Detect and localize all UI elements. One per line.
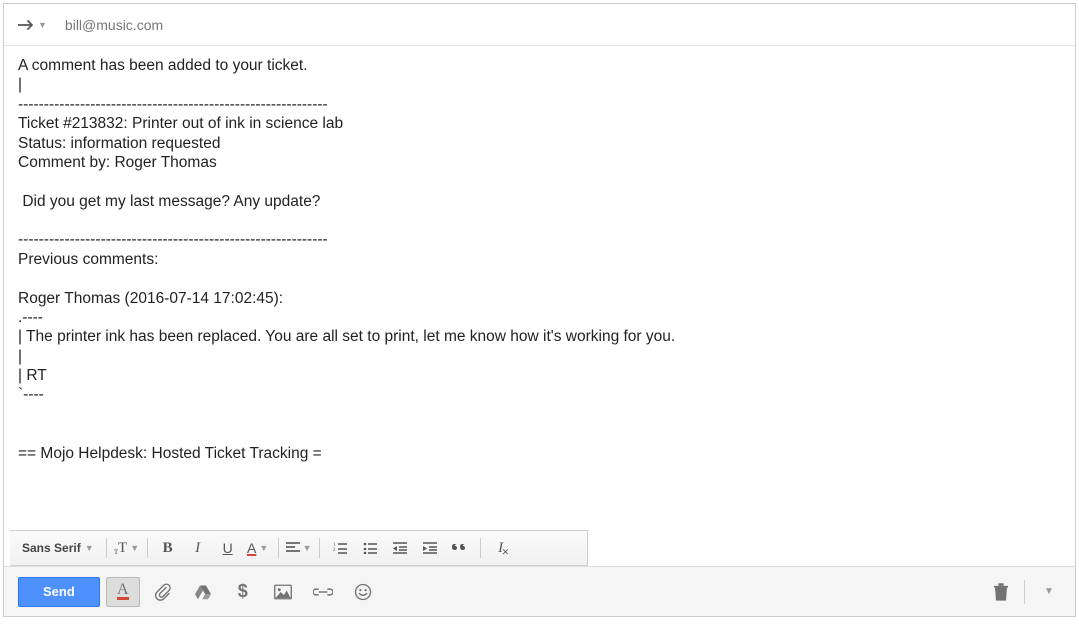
indent-less-icon — [393, 542, 407, 554]
body-quote-bottom: `---- — [18, 386, 44, 403]
underline-button[interactable]: U — [214, 535, 242, 561]
insert-emoji-button[interactable] — [346, 577, 380, 607]
italic-button[interactable]: I — [184, 535, 212, 561]
compose-window: ▼ bill@music.com A comment has been adde… — [3, 3, 1076, 617]
paperclip-icon — [154, 583, 172, 601]
reply-type-dropdown[interactable]: ▼ — [18, 19, 47, 31]
bulleted-list-button[interactable] — [356, 535, 384, 561]
numbered-list-icon: 1 2 — [333, 542, 347, 554]
toolbar-separator — [278, 538, 279, 558]
chevron-down-icon: ▼ — [38, 20, 47, 30]
remove-formatting-button[interactable]: I✕ — [487, 535, 515, 561]
body-prev-header: Roger Thomas (2016-07-14 17:02:45): — [18, 290, 283, 307]
chevron-down-icon: ▼ — [130, 543, 139, 553]
trash-icon — [994, 583, 1008, 601]
formatting-toolbar: Sans Serif ▼ тT ▼ B I U A ▼ ▼ 1 — [10, 530, 588, 566]
insert-link-button[interactable] — [306, 577, 340, 607]
insert-money-button[interactable]: $ — [226, 577, 260, 607]
body-separator: ----------------------------------------… — [18, 96, 328, 113]
body-quote-line: | — [18, 348, 22, 365]
align-left-icon — [286, 542, 300, 554]
quote-icon — [452, 542, 468, 554]
chevron-down-icon: ▼ — [259, 543, 268, 553]
body-commentby-line: Comment by: Roger Thomas — [18, 154, 217, 171]
compose-action-bar: Send A $ — [4, 566, 1075, 616]
reply-arrow-icon — [18, 19, 34, 31]
body-status-line: Status: information requested — [18, 135, 220, 152]
quote-button[interactable] — [446, 535, 474, 561]
indent-less-button[interactable] — [386, 535, 414, 561]
link-icon — [313, 586, 333, 598]
drive-icon — [194, 584, 212, 600]
email-body-editor[interactable]: A comment has been added to your ticket.… — [4, 46, 1075, 530]
toolbar-separator — [1024, 580, 1025, 604]
photo-icon — [274, 584, 292, 600]
body-ticket-line: Ticket #213832: Printer out of ink in sc… — [18, 115, 343, 132]
body-quote-line: | RT — [18, 367, 47, 384]
body-quote-top: .---- — [18, 309, 43, 326]
align-dropdown[interactable]: ▼ — [285, 535, 313, 561]
insert-photo-button[interactable] — [266, 577, 300, 607]
text-cursor: | — [18, 76, 22, 93]
discard-draft-button[interactable] — [984, 577, 1018, 607]
attach-file-button[interactable] — [146, 577, 180, 607]
body-footer: == Mojo Helpdesk: Hosted Ticket Tracking… — [18, 445, 322, 462]
font-family-label: Sans Serif — [22, 541, 81, 555]
font-size-dropdown[interactable]: тT ▼ — [113, 535, 141, 561]
indent-more-icon — [423, 542, 437, 554]
chevron-down-icon: ▼ — [1044, 586, 1054, 597]
body-prev-label: Previous comments: — [18, 251, 158, 268]
body-message-line: Did you get my last message? Any update? — [18, 193, 320, 210]
chevron-down-icon: ▼ — [303, 543, 312, 553]
toolbar-separator — [480, 538, 481, 558]
font-family-dropdown[interactable]: Sans Serif ▼ — [16, 537, 100, 559]
body-separator: ----------------------------------------… — [18, 231, 328, 248]
body-quote-line: | The printer ink has been replaced. You… — [18, 328, 675, 345]
indent-more-button[interactable] — [416, 535, 444, 561]
recipient-field[interactable]: bill@music.com — [65, 17, 163, 33]
chevron-down-icon: ▼ — [85, 543, 94, 553]
emoji-icon — [354, 583, 372, 601]
bulleted-list-icon — [363, 542, 377, 554]
text-color-dropdown[interactable]: A ▼ — [244, 535, 272, 561]
svg-text:2: 2 — [333, 548, 336, 553]
toolbar-separator — [147, 538, 148, 558]
send-button[interactable]: Send — [18, 577, 100, 607]
bold-button[interactable]: B — [154, 535, 182, 561]
toolbar-separator — [319, 538, 320, 558]
dollar-icon: $ — [238, 581, 248, 602]
compose-header: ▼ bill@music.com — [4, 4, 1075, 46]
more-options-dropdown[interactable]: ▼ — [1037, 577, 1061, 607]
toolbar-separator — [106, 538, 107, 558]
body-line: A comment has been added to your ticket. — [18, 57, 308, 74]
numbered-list-button[interactable]: 1 2 — [326, 535, 354, 561]
toggle-formatting-button[interactable]: A — [106, 577, 140, 607]
insert-from-drive-button[interactable] — [186, 577, 220, 607]
